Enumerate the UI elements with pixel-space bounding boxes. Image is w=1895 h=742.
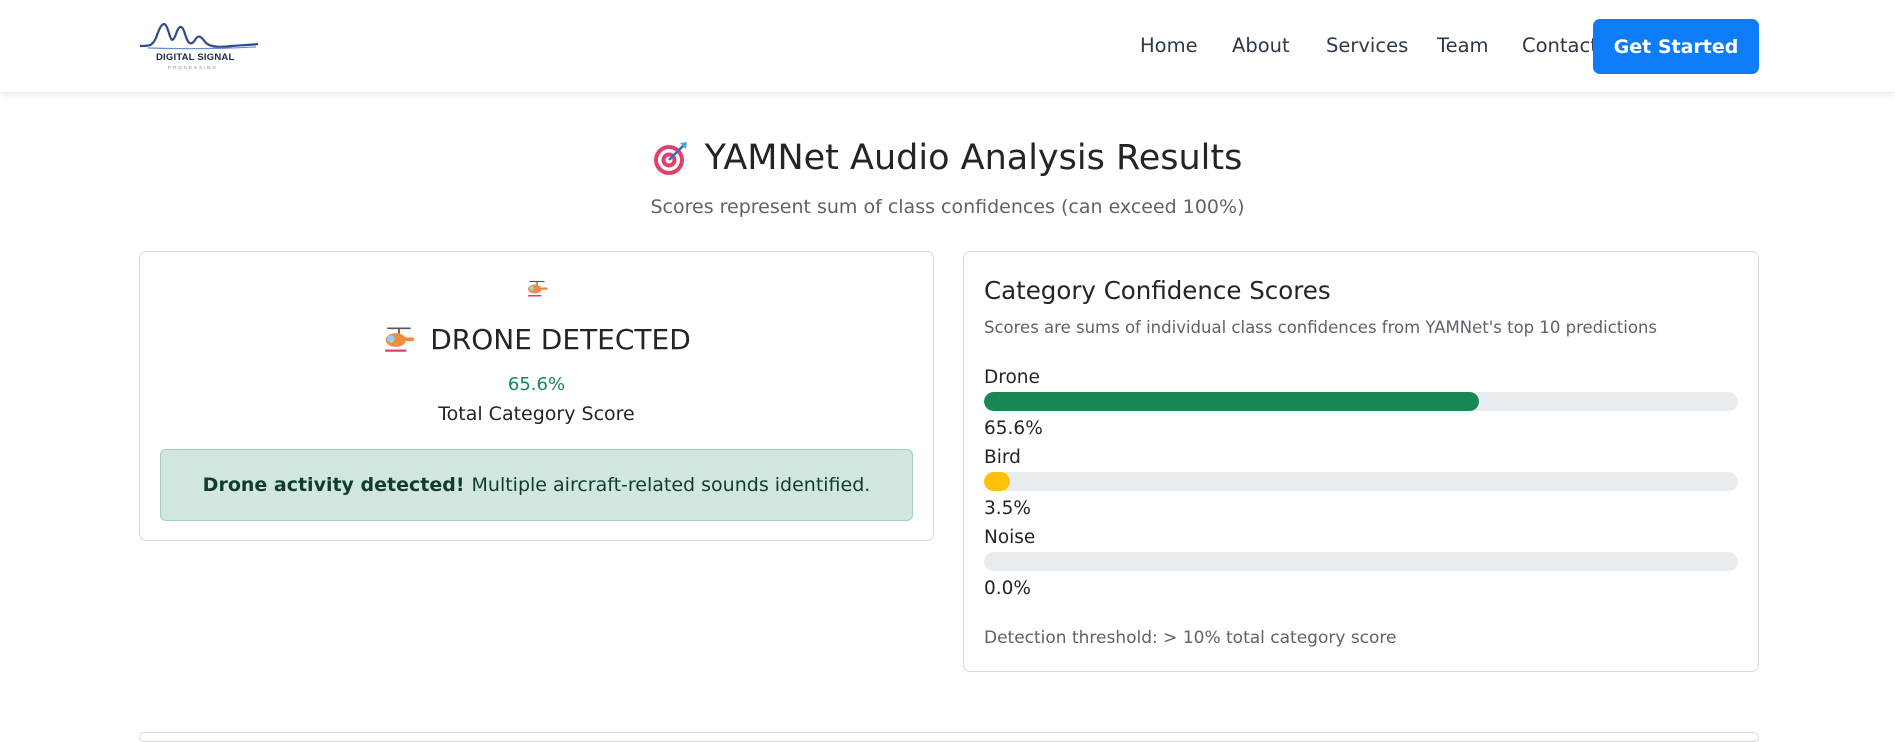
total-score-label: Total Category Score xyxy=(438,403,635,425)
target-icon xyxy=(653,142,687,175)
nav-team[interactable]: Team xyxy=(1437,34,1489,57)
helicopter-icon xyxy=(528,280,548,297)
category-name-noise: Noise xyxy=(984,527,1036,548)
progress-track-drone xyxy=(984,392,1738,411)
progress-fill-drone xyxy=(984,392,1479,411)
logo[interactable]: DIGITAL SIGNAL PROCESSING xyxy=(138,16,260,72)
category-value-noise: 0.0% xyxy=(984,578,1031,599)
alert-text: Multiple aircraft-related sounds identif… xyxy=(471,474,871,496)
logo-text: DIGITAL SIGNAL xyxy=(156,52,235,63)
get-started-button[interactable]: Get Started xyxy=(1593,19,1759,74)
navbar: DIGITAL SIGNAL PROCESSING Home About Ser… xyxy=(0,0,1895,93)
waveform-icon xyxy=(139,22,259,50)
progress-track-noise xyxy=(984,552,1738,571)
detection-threshold-note: Detection threshold: > 10% total categor… xyxy=(984,628,1397,648)
category-value-bird: 3.5% xyxy=(984,498,1031,519)
detection-label: DRONE DETECTED xyxy=(430,323,691,356)
category-name-drone: Drone xyxy=(984,367,1040,388)
category-value-drone: 65.6% xyxy=(984,418,1043,439)
progress-fill-bird xyxy=(984,472,1011,491)
nav-home[interactable]: Home xyxy=(1140,34,1198,57)
alert-bold-text: Drone activity detected! xyxy=(202,474,465,496)
page-title: YAMNet Audio Analysis Results xyxy=(0,138,1895,178)
nav-services[interactable]: Services xyxy=(1326,34,1408,57)
progress-track-bird xyxy=(984,472,1738,491)
detection-alert: Drone activity detected! Multiple aircra… xyxy=(160,449,913,521)
page-title-text: YAMNet Audio Analysis Results xyxy=(704,138,1243,178)
helicopter-icon xyxy=(385,326,415,352)
logo-subtext: PROCESSING xyxy=(168,65,219,70)
nav-contact[interactable]: Contact xyxy=(1522,34,1598,57)
total-score-value: 65.6% xyxy=(507,374,566,395)
category-name-bird: Bird xyxy=(984,447,1021,468)
detection-result-card: DRONE DETECTED 65.6% Total Category Scor… xyxy=(139,251,934,541)
category-scores-card: Category Confidence Scores Scores are su… xyxy=(963,251,1759,672)
nav-about[interactable]: About xyxy=(1232,34,1290,57)
category-scores-description: Scores are sums of individual class conf… xyxy=(984,318,1657,337)
next-section-card xyxy=(139,732,1759,742)
page-subtitle: Scores represent sum of class confidence… xyxy=(650,196,1245,218)
detection-label-row: DRONE DETECTED xyxy=(140,323,933,356)
category-scores-title: Category Confidence Scores xyxy=(984,276,1331,305)
